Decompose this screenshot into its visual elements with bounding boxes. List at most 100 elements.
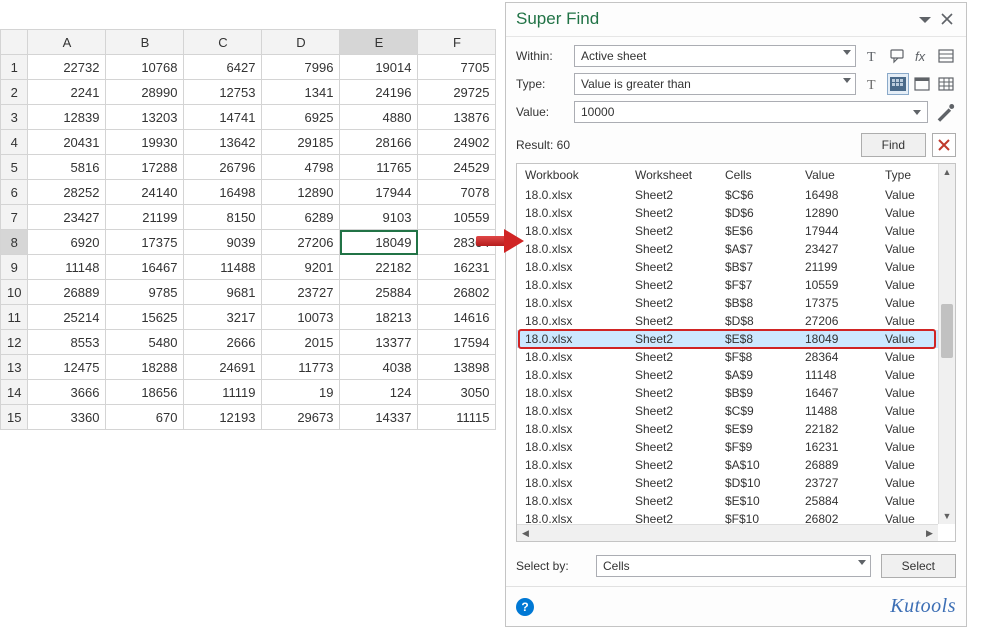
cell[interactable]: 7705 xyxy=(418,55,496,80)
help-icon[interactable]: ? xyxy=(516,598,534,616)
cell[interactable]: 16498 xyxy=(184,180,262,205)
cell[interactable]: 2666 xyxy=(184,330,262,355)
cell[interactable]: 14616 xyxy=(418,305,496,330)
row-header[interactable]: 15 xyxy=(1,405,28,430)
row-header[interactable]: 2 xyxy=(1,80,28,105)
value-input[interactable]: 10000 xyxy=(574,101,928,123)
result-row[interactable]: 18.0.xlsxSheet2$E$818049Value xyxy=(517,330,955,348)
cell[interactable]: 8150 xyxy=(184,205,262,230)
cell[interactable]: 17944 xyxy=(340,180,418,205)
col-value[interactable]: Value xyxy=(797,164,877,186)
cell[interactable]: 20431 xyxy=(28,130,106,155)
cell[interactable]: 6289 xyxy=(262,205,340,230)
column-header-F[interactable]: F xyxy=(418,30,496,55)
cell[interactable]: 15625 xyxy=(106,305,184,330)
cell[interactable]: 14741 xyxy=(184,105,262,130)
scroll-left-icon[interactable]: ◀ xyxy=(517,525,534,541)
results-horizontal-scrollbar[interactable]: ◀ ▶ xyxy=(517,524,938,541)
find-text-scope-icon[interactable]: T xyxy=(864,46,884,66)
row-header[interactable]: 1 xyxy=(1,55,28,80)
result-row[interactable]: 18.0.xlsxSheet2$C$911488Value xyxy=(517,402,955,420)
cell[interactable]: 4880 xyxy=(340,105,418,130)
cell[interactable]: 1341 xyxy=(262,80,340,105)
cell[interactable]: 2241 xyxy=(28,80,106,105)
selectby-dropdown[interactable]: Cells xyxy=(596,555,871,577)
cell[interactable]: 18656 xyxy=(106,380,184,405)
cell[interactable]: 3217 xyxy=(184,305,262,330)
cell[interactable]: 13898 xyxy=(418,355,496,380)
cell[interactable]: 6925 xyxy=(262,105,340,130)
cell[interactable]: 24196 xyxy=(340,80,418,105)
cell[interactable]: 29185 xyxy=(262,130,340,155)
col-worksheet[interactable]: Worksheet xyxy=(627,164,717,186)
cell[interactable]: 12753 xyxy=(184,80,262,105)
cell[interactable]: 26802 xyxy=(418,280,496,305)
cell[interactable]: 9681 xyxy=(184,280,262,305)
results-vertical-scrollbar[interactable]: ▲ ▼ xyxy=(938,164,955,524)
cell[interactable]: 11119 xyxy=(184,380,262,405)
cell[interactable]: 7078 xyxy=(418,180,496,205)
cell[interactable]: 29725 xyxy=(418,80,496,105)
scroll-down-icon[interactable]: ▼ xyxy=(939,507,955,524)
cell[interactable]: 12890 xyxy=(262,180,340,205)
row-header[interactable]: 7 xyxy=(1,205,28,230)
column-header-C[interactable]: C xyxy=(184,30,262,55)
row-header[interactable]: 9 xyxy=(1,255,28,280)
column-header-B[interactable]: B xyxy=(106,30,184,55)
cell[interactable]: 124 xyxy=(340,380,418,405)
find-hyperlink-scope-icon[interactable] xyxy=(936,46,956,66)
cell[interactable]: 9103 xyxy=(340,205,418,230)
result-row[interactable]: 18.0.xlsxSheet2$F$916231Value xyxy=(517,438,955,456)
cell[interactable]: 25884 xyxy=(340,280,418,305)
result-row[interactable]: 18.0.xlsxSheet2$A$1026889Value xyxy=(517,456,955,474)
type-date-icon[interactable] xyxy=(912,74,932,94)
type-dropdown[interactable]: Value is greater than xyxy=(574,73,856,95)
cell[interactable]: 26889 xyxy=(28,280,106,305)
cell[interactable]: 29673 xyxy=(262,405,340,430)
column-header-A[interactable]: A xyxy=(28,30,106,55)
cell[interactable]: 5816 xyxy=(28,155,106,180)
cell[interactable]: 11765 xyxy=(340,155,418,180)
cell[interactable]: 18288 xyxy=(106,355,184,380)
cell[interactable]: 18049 xyxy=(340,230,418,255)
column-header-D[interactable]: D xyxy=(262,30,340,55)
find-comment-scope-icon[interactable] xyxy=(888,46,908,66)
cell[interactable]: 23727 xyxy=(262,280,340,305)
cell[interactable]: 11148 xyxy=(28,255,106,280)
within-dropdown[interactable]: Active sheet xyxy=(574,45,856,67)
result-row[interactable]: 18.0.xlsxSheet2$B$817375Value xyxy=(517,294,955,312)
cell[interactable]: 3666 xyxy=(28,380,106,405)
cell[interactable]: 19 xyxy=(262,380,340,405)
cell[interactable]: 11488 xyxy=(184,255,262,280)
result-row[interactable]: 18.0.xlsxSheet2$D$612890Value xyxy=(517,204,955,222)
cell[interactable]: 28252 xyxy=(28,180,106,205)
select-all-corner[interactable] xyxy=(1,30,28,55)
cell[interactable]: 28166 xyxy=(340,130,418,155)
cell[interactable]: 22182 xyxy=(340,255,418,280)
result-row[interactable]: 18.0.xlsxSheet2$F$710559Value xyxy=(517,276,955,294)
type-number-icon[interactable] xyxy=(888,74,908,94)
cell[interactable]: 24902 xyxy=(418,130,496,155)
cell[interactable]: 670 xyxy=(106,405,184,430)
cell[interactable]: 10073 xyxy=(262,305,340,330)
col-cells[interactable]: Cells xyxy=(717,164,797,186)
row-header[interactable]: 14 xyxy=(1,380,28,405)
result-row[interactable]: 18.0.xlsxSheet2$D$827206Value xyxy=(517,312,955,330)
cell[interactable]: 13642 xyxy=(184,130,262,155)
cell[interactable]: 4038 xyxy=(340,355,418,380)
result-row[interactable]: 18.0.xlsxSheet2$C$616498Value xyxy=(517,186,955,204)
find-button[interactable]: Find xyxy=(861,133,926,157)
cell[interactable]: 11115 xyxy=(418,405,496,430)
scroll-right-icon[interactable]: ▶ xyxy=(921,525,938,541)
panel-close-icon[interactable] xyxy=(938,10,956,28)
cell[interactable]: 17288 xyxy=(106,155,184,180)
cell[interactable]: 24691 xyxy=(184,355,262,380)
cell[interactable]: 16467 xyxy=(106,255,184,280)
row-header[interactable]: 10 xyxy=(1,280,28,305)
cell[interactable]: 28990 xyxy=(106,80,184,105)
panel-options-icon[interactable] xyxy=(916,10,934,28)
cell[interactable]: 24140 xyxy=(106,180,184,205)
scroll-thumb[interactable] xyxy=(941,304,953,358)
row-header[interactable]: 6 xyxy=(1,180,28,205)
type-format-icon[interactable] xyxy=(936,74,956,94)
